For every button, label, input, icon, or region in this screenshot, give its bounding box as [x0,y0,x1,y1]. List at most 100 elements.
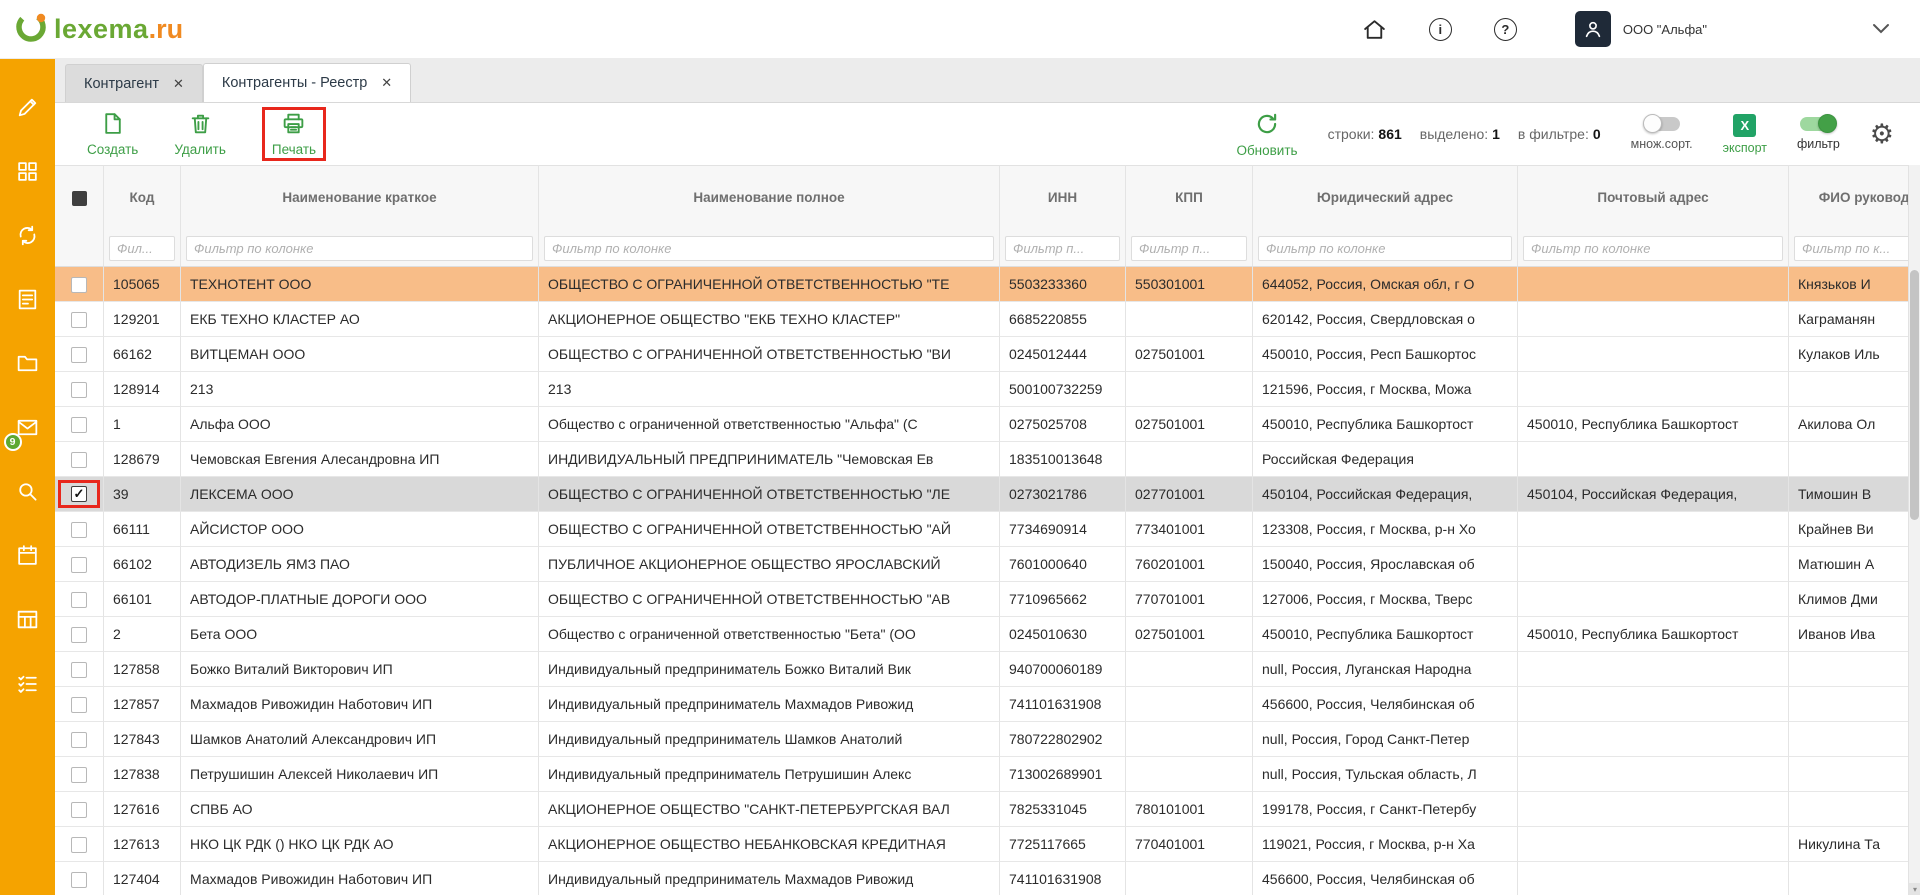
settings-gear-icon[interactable]: ⚙ [1870,121,1894,148]
sync-icon[interactable] [10,217,46,253]
cell-inn[interactable]: 5503233360 [1000,267,1126,302]
cell-kpp[interactable] [1126,372,1253,407]
cell-legal-address[interactable]: 123308, Россия, г Москва, р-н Хо [1253,512,1518,547]
row-checkbox[interactable] [71,452,87,468]
row-checkbox-cell[interactable]: ✓ [55,477,104,512]
home-icon[interactable] [1362,17,1387,42]
row-checkbox[interactable] [71,522,87,538]
cell-legal-address[interactable]: 450010, Республика Башкортост [1253,407,1518,442]
row-checkbox-cell[interactable] [55,302,104,337]
cell-inn[interactable]: 7734690914 [1000,512,1126,547]
cell-inn[interactable]: 7825331045 [1000,792,1126,827]
row-checkbox[interactable] [71,592,87,608]
table-row[interactable]: 127843Шамков Анатолий Александрович ИПИн… [55,722,1908,757]
cell-short-name[interactable]: Альфа ООО [181,407,539,442]
checklist-icon[interactable] [10,665,46,701]
cell-inn[interactable]: 183510013648 [1000,442,1126,477]
table-row[interactable]: 2Бета ООООбщество с ограниченной ответст… [55,617,1908,652]
cell-postal-address[interactable] [1518,862,1789,895]
cell-inn[interactable]: 0275025708 [1000,407,1126,442]
tab-close-icon[interactable]: ✕ [381,75,392,91]
filter-input-7[interactable] [1794,236,1908,261]
edit-icon[interactable] [10,89,46,125]
row-checkbox[interactable] [71,627,87,643]
filter-input-6[interactable] [1523,236,1783,261]
cell-legal-address[interactable]: null, Россия, Город Санкт-Петер [1253,722,1518,757]
table-row[interactable]: 127404Махмадов Ривожидин Наботович ИПИнд… [55,862,1908,895]
table-row[interactable]: 127838Петрушишин Алексей Николаевич ИПИн… [55,757,1908,792]
cell-kpp[interactable]: 770701001 [1126,582,1253,617]
cell-kpp[interactable]: 550301001 [1126,267,1253,302]
cell-inn[interactable]: 6685220855 [1000,302,1126,337]
cell-legal-address[interactable]: null, Россия, Тульская область, Л [1253,757,1518,792]
row-checkbox-cell[interactable] [55,407,104,442]
multisort-switch-icon[interactable] [1644,117,1680,131]
row-checkbox[interactable] [71,872,87,888]
cell-short-name[interactable]: НКО ЦК РДК () НКО ЦК РДК АО [181,827,539,862]
cell-director[interactable] [1789,757,1908,792]
cell-legal-address[interactable]: 199178, Россия, г Санкт-Петербу [1253,792,1518,827]
cell-full-name[interactable]: ОБЩЕСТВО С ОГРАНИЧЕННОЙ ОТВЕТСТВЕННОСТЬЮ… [539,267,1000,302]
row-checkbox-cell[interactable] [55,442,104,477]
cell-short-name[interactable]: ВИТЦЕМАН ООО [181,337,539,372]
cell-code[interactable]: 127843 [104,722,181,757]
cell-code[interactable]: 128679 [104,442,181,477]
scrollbar-thumb[interactable] [1910,270,1919,520]
cell-director[interactable]: Кулаков Иль [1789,337,1908,372]
cell-code[interactable]: 2 [104,617,181,652]
delete-button[interactable]: Удалить [174,111,226,157]
cell-code[interactable]: 66162 [104,337,181,372]
cell-full-name[interactable]: Индивидуальный предприниматель Божко Вит… [539,652,1000,687]
col-header-7[interactable]: ФИО руководителя [1789,165,1908,231]
cell-full-name[interactable]: Индивидуальный предприниматель Петрушиши… [539,757,1000,792]
cell-code[interactable]: 127838 [104,757,181,792]
cell-short-name[interactable]: АЙСИСТОР ООО [181,512,539,547]
col-header-6[interactable]: Почтовый адрес [1518,165,1789,231]
cell-short-name[interactable]: АВТОДИЗЕЛЬ ЯМЗ ПАО [181,547,539,582]
search-icon[interactable] [10,473,46,509]
cell-inn[interactable]: 0245010630 [1000,617,1126,652]
row-checkbox[interactable] [71,382,87,398]
cell-code[interactable]: 66111 [104,512,181,547]
row-checkbox[interactable] [71,837,87,853]
cell-director[interactable] [1789,652,1908,687]
filter-input-2[interactable] [544,236,994,261]
row-checkbox-cell[interactable] [55,652,104,687]
datagrid-icon[interactable] [10,601,46,637]
cell-legal-address[interactable]: Российская Федерация [1253,442,1518,477]
filter-input-3[interactable] [1005,236,1120,261]
col-header-1[interactable]: Наименование краткое [181,165,539,231]
cell-legal-address[interactable]: 119021, Россия, г Москва, р-н Ха [1253,827,1518,862]
row-checkbox-cell[interactable] [55,617,104,652]
mail-icon[interactable]: 9 [10,409,46,445]
export-button[interactable]: X экспорт [1723,114,1767,155]
cell-director[interactable]: Князьков И [1789,267,1908,302]
table-row[interactable]: 1Альфа ООООбщество с ограниченной ответс… [55,407,1908,442]
filter-toggle[interactable]: фильтр [1797,117,1840,151]
row-checkbox-cell[interactable] [55,547,104,582]
cell-code[interactable]: 66102 [104,547,181,582]
cell-director[interactable]: Каграманян [1789,302,1908,337]
select-all-checkbox[interactable] [55,165,104,231]
cell-director[interactable]: Матюшин А [1789,547,1908,582]
filter-input-4[interactable] [1131,236,1247,261]
user-menu[interactable]: ООО "Альфа" [1575,11,1707,47]
cell-postal-address[interactable] [1518,267,1789,302]
cell-code[interactable]: 128914 [104,372,181,407]
cell-short-name[interactable]: АВТОДОР-ПЛАТНЫЕ ДОРОГИ ООО [181,582,539,617]
refresh-button[interactable]: Обновить [1236,111,1297,158]
cell-short-name[interactable]: Бета ООО [181,617,539,652]
cell-legal-address[interactable]: 121596, Россия, г Москва, Можа [1253,372,1518,407]
table-row[interactable]: 128914213213500100732259121596, Россия, … [55,372,1908,407]
cell-kpp[interactable] [1126,302,1253,337]
cell-postal-address[interactable] [1518,442,1789,477]
table-row[interactable]: 66162ВИТЦЕМАН ООООБЩЕСТВО С ОГРАНИЧЕННОЙ… [55,337,1908,372]
cell-inn[interactable]: 741101631908 [1000,687,1126,722]
cell-code[interactable]: 127613 [104,827,181,862]
cell-code[interactable]: 39 [104,477,181,512]
cell-code[interactable]: 127857 [104,687,181,722]
row-checkbox[interactable] [71,697,87,713]
cell-kpp[interactable]: 773401001 [1126,512,1253,547]
cell-director[interactable]: Тимошин В [1789,477,1908,512]
cell-inn[interactable]: 780722802902 [1000,722,1126,757]
